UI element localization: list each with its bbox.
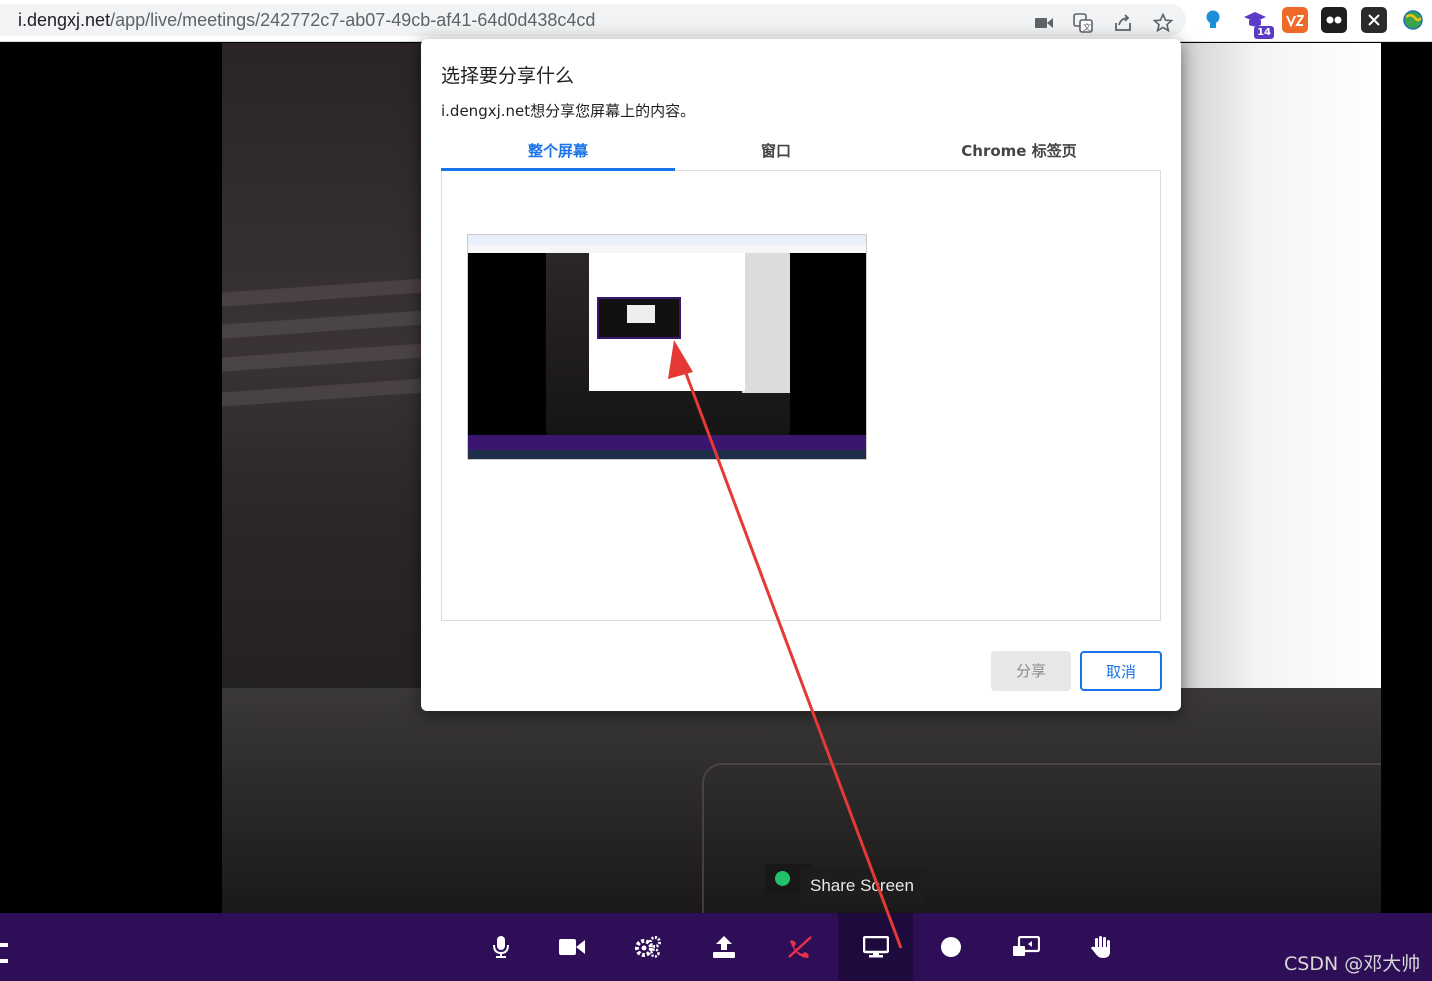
tab-chrome-tab[interactable]: Chrome 标签页 — [877, 131, 1161, 171]
thumb-light — [742, 253, 790, 393]
settings-button[interactable] — [610, 913, 685, 981]
share-button[interactable]: 分享 — [991, 651, 1071, 691]
svg-text:文: 文 — [1083, 22, 1091, 32]
thumb-taskbar — [468, 450, 866, 459]
translate-icon[interactable]: 文 — [1072, 12, 1094, 34]
share-screen-tooltip: Share Screen — [800, 867, 924, 903]
meeting-control-bar — [0, 913, 1432, 981]
share-screen-dialog: 选择要分享什么 i.dengxj.net想分享您屏幕上的内容。 整个屏幕 窗口 … — [421, 39, 1181, 711]
thumb-nested-window — [627, 305, 655, 323]
camera-icon — [558, 939, 585, 955]
orange-extension-icon[interactable] — [1282, 7, 1308, 33]
graduation-extension-icon[interactable]: 14 — [1242, 7, 1274, 39]
tab-entire-screen[interactable]: 整个屏幕 — [441, 131, 675, 171]
globe-extension-icon[interactable] — [1400, 7, 1426, 33]
star-icon[interactable] — [1152, 12, 1174, 34]
raise-hand-button[interactable] — [1063, 913, 1138, 981]
browser-toolbar: i.dengxj.net/app/live/meetings/242772c7-… — [0, 0, 1432, 42]
microphone-icon — [492, 936, 509, 958]
cast-icon — [1012, 936, 1040, 956]
hangup-button[interactable] — [762, 913, 837, 981]
upload-icon — [712, 936, 735, 958]
hangup-icon — [787, 936, 812, 958]
settings-icon — [634, 936, 661, 958]
thumb-control-bar — [468, 435, 866, 450]
microphone-button[interactable] — [463, 913, 538, 981]
video-light-area — [1176, 43, 1381, 693]
extension-badge: 14 — [1254, 26, 1274, 39]
thumb-addressbar — [468, 245, 866, 253]
tab-window[interactable]: 窗口 — [675, 131, 877, 171]
dark-extension-icon[interactable] — [1321, 7, 1347, 33]
cast-button[interactable] — [988, 913, 1063, 981]
x-extension-icon[interactable] — [1361, 7, 1387, 33]
status-dot — [775, 871, 790, 886]
cancel-button[interactable]: 取消 — [1080, 651, 1162, 691]
url-host: i.dengxj.net — [18, 10, 111, 30]
thumb-toolbar — [468, 235, 866, 245]
address-bar[interactable]: i.dengxj.net/app/live/meetings/242772c7-… — [0, 4, 1186, 36]
record-icon — [940, 937, 961, 957]
share-icon[interactable] — [1112, 12, 1134, 34]
url-text[interactable]: i.dengxj.net/app/live/meetings/242772c7-… — [18, 10, 595, 31]
record-button[interactable] — [913, 913, 988, 981]
raise-hand-icon — [1090, 936, 1110, 958]
thumb-nested-preview — [597, 297, 681, 339]
share-screen-icon — [862, 936, 889, 958]
dialog-title: 选择要分享什么 — [441, 65, 575, 87]
upload-button[interactable] — [686, 913, 761, 981]
camera-icon[interactable] — [1033, 12, 1055, 34]
csdn-watermark: CSDN @邓大帅 — [1284, 953, 1421, 975]
camera-button[interactable] — [534, 913, 609, 981]
screen-preview-area — [441, 171, 1161, 621]
share-screen-button[interactable] — [838, 913, 913, 981]
screen-thumbnail[interactable] — [467, 234, 867, 460]
share-tabs: 整个屏幕 窗口 Chrome 标签页 — [441, 131, 1161, 171]
url-path: /app/live/meetings/242772c7-ab07-49cb-af… — [110, 10, 596, 30]
bulb-extension-icon[interactable] — [1200, 7, 1226, 33]
app-logo-icon — [0, 931, 10, 971]
dialog-subtitle: i.dengxj.net想分享您屏幕上的内容。 — [441, 102, 696, 120]
